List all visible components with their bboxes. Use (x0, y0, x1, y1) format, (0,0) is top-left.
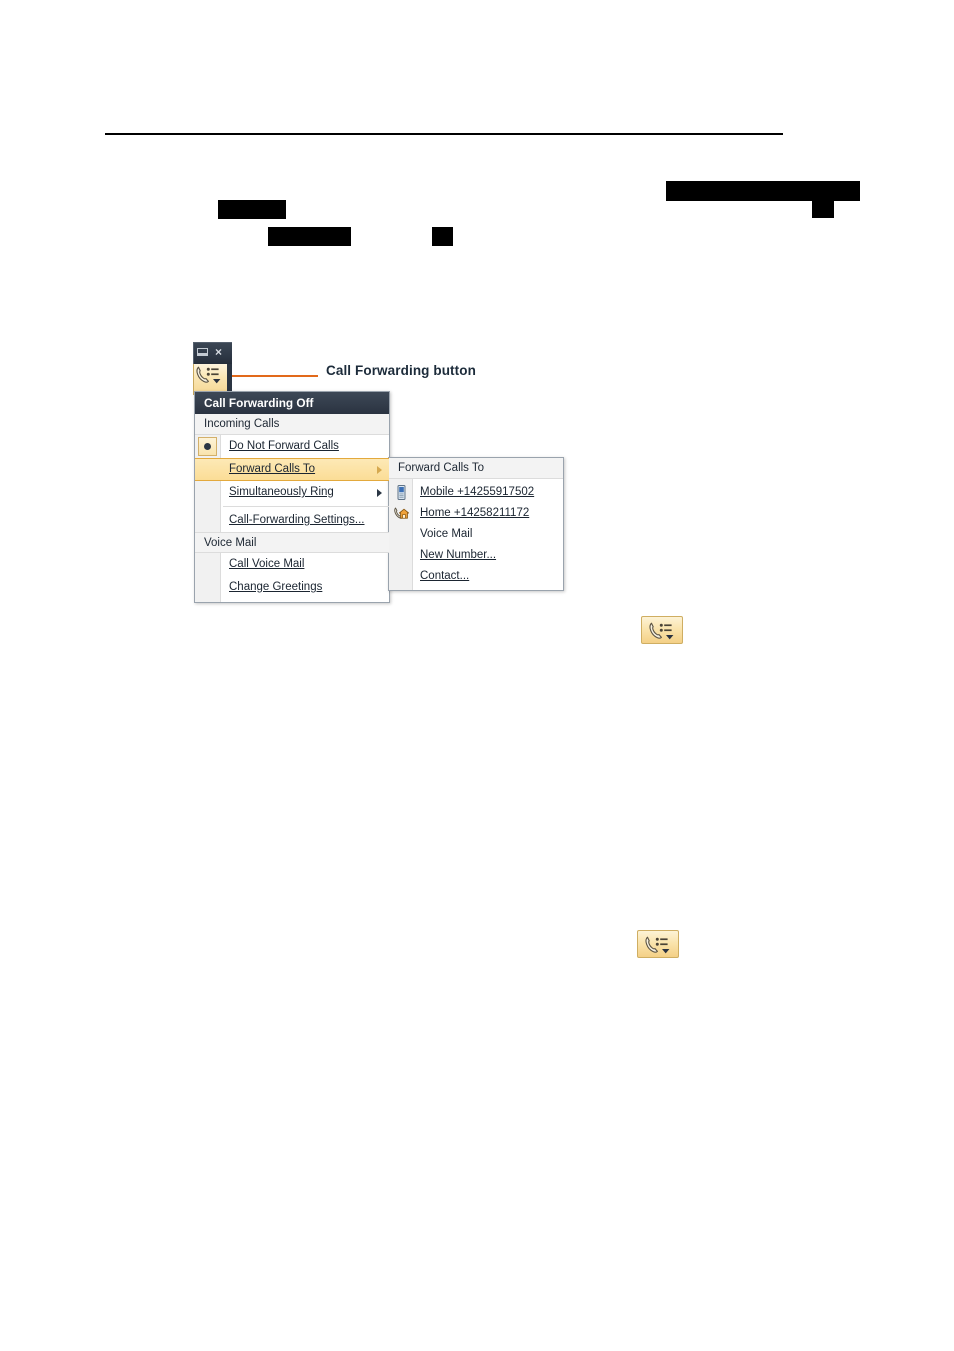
menu-separator (223, 506, 389, 507)
call-forwarding-button-inline-1[interactable] (641, 616, 683, 644)
submenu-item-label: Contact... (420, 570, 470, 582)
menu-section-incoming-calls: Incoming Calls (195, 414, 389, 435)
menu-item-simultaneously-ring[interactable]: Simultaneously Ring (195, 481, 389, 504)
redacted-text-block (432, 227, 453, 246)
menu-item-label: Call-Forwarding Settings... (229, 514, 365, 526)
submenu-item-contact[interactable]: Contact... (389, 566, 563, 587)
radio-indicator-box (198, 437, 217, 456)
call-forwarding-icon (647, 620, 677, 642)
redacted-text-block (218, 200, 286, 219)
submenu-item-label: Home +14258211172 (420, 507, 530, 519)
call-forwarding-button-inline-2[interactable] (637, 930, 679, 958)
submenu-item-new-number[interactable]: New Number... (389, 545, 563, 566)
call-forwarding-icon (643, 934, 673, 956)
menu-section-voice-mail: Voice Mail (195, 532, 389, 553)
submenu-item-label: Voice Mail (420, 528, 473, 540)
menu-item-label: Forward Calls To (229, 463, 316, 475)
home-phone-icon (393, 505, 410, 522)
redacted-text-block (268, 227, 351, 246)
radio-dot-icon (204, 443, 211, 450)
menu-body: Incoming Calls Do Not Forward Calls Forw… (195, 414, 389, 599)
redacted-text-block (666, 181, 860, 201)
redacted-text-block (812, 201, 834, 218)
menu-item-label: Do Not Forward Calls (229, 440, 339, 452)
submenu-header-title: Forward Calls To (389, 458, 563, 479)
menu-item-call-voice-mail[interactable]: Call Voice Mail (195, 553, 389, 576)
document-page: Call Forwarding button × Call Forwarding… (0, 0, 954, 1351)
submenu-body: Forward Calls To Mobile +14255917502 Hom… (389, 458, 563, 587)
window-titlebar: × (193, 342, 232, 364)
call-forwarding-menu[interactable]: Call Forwarding Off Incoming Calls Do No… (194, 391, 390, 603)
header-divider-rule (105, 133, 783, 135)
menu-header-title: Call Forwarding Off (195, 392, 389, 414)
submenu-item-label: Mobile +14255917502 (420, 486, 535, 498)
chevron-right-icon (377, 488, 382, 497)
menu-item-label: Simultaneously Ring (229, 486, 334, 498)
callout-leader-line (228, 375, 318, 377)
menu-item-change-greetings[interactable]: Change Greetings (195, 576, 389, 599)
minimize-icon[interactable] (197, 348, 208, 356)
chevron-right-icon (377, 465, 382, 474)
submenu-item-voice-mail[interactable]: Voice Mail (389, 524, 563, 545)
menu-item-do-not-forward-calls[interactable]: Do Not Forward Calls (195, 435, 389, 458)
app-window-fragment: × (193, 342, 232, 395)
call-forwarding-icon (194, 364, 224, 386)
menu-item-forward-calls-to[interactable]: Forward Calls To (195, 458, 389, 481)
close-icon[interactable]: × (215, 346, 222, 358)
callout-label: Call Forwarding button (326, 363, 476, 378)
submenu-item-mobile[interactable]: Mobile +14255917502 (389, 482, 563, 503)
menu-item-label: Call Voice Mail (229, 558, 305, 570)
forward-calls-to-submenu[interactable]: Forward Calls To Mobile +14255917502 Hom… (388, 457, 564, 591)
menu-item-label: Change Greetings (229, 581, 323, 593)
mobile-phone-icon (393, 484, 410, 501)
menu-item-call-forwarding-settings[interactable]: Call-Forwarding Settings... (195, 509, 389, 532)
submenu-item-label: New Number... (420, 549, 497, 561)
submenu-item-home[interactable]: Home +14258211172 (389, 503, 563, 524)
